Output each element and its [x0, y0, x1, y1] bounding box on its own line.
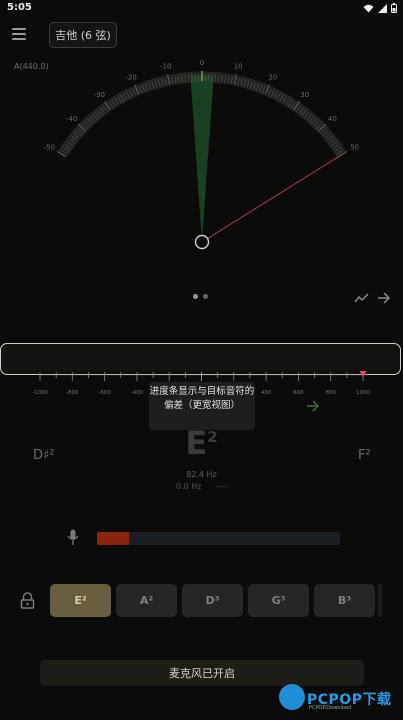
signal-icon [378, 3, 387, 13]
mic-level-fill [97, 532, 129, 545]
gauge-label: 40 [328, 115, 337, 123]
string-button-5[interactable]: B³ [314, 584, 375, 617]
chart-icon[interactable] [354, 292, 370, 304]
current-note-letter: E [185, 424, 208, 462]
gauge-label: 10 [234, 63, 243, 71]
in-tune-zone [190, 75, 214, 242]
status-time: 5:05 [7, 2, 32, 13]
needle-pivot [194, 234, 210, 250]
gauge-label: 0 [200, 59, 204, 67]
current-note: E2 [0, 424, 403, 462]
page-indicator [193, 294, 208, 299]
current-note-octave: 2 [207, 428, 218, 446]
page-dot-1[interactable] [193, 294, 198, 299]
scale-ticks [39, 372, 364, 381]
gauge-label: 30 [300, 91, 309, 99]
string-button-1[interactable]: E² [50, 584, 111, 617]
deviation-marker [359, 371, 367, 377]
detected-frequency: 0.0 Hz [176, 482, 202, 491]
scale-label: 800 [325, 390, 336, 396]
string-selector: E² A² D³ G³ B³ [50, 584, 375, 617]
gauge-label: 20 [268, 74, 277, 82]
scale-label: -400 [131, 390, 144, 396]
instrument-selector[interactable]: 吉他 (6 弦) [49, 22, 117, 48]
microphone-icon[interactable] [67, 529, 79, 546]
gauge-label: -20 [125, 74, 136, 82]
scale-label: -1000 [32, 390, 48, 396]
mic-status-banner: 麦克风已开启 [40, 660, 364, 686]
detected-cents: ---- [216, 482, 228, 491]
battery-icon [391, 3, 397, 13]
scale-label: 1000 [356, 390, 370, 396]
arrow-right-icon[interactable] [377, 292, 391, 304]
status-bar: 5:05 [0, 0, 403, 18]
string-button-3[interactable]: D³ [182, 584, 243, 617]
gauge-label: -30 [94, 91, 105, 99]
gauge-label: -50 [44, 144, 55, 152]
needle [207, 154, 343, 239]
next-note[interactable]: F² [358, 448, 371, 463]
system-icons [363, 3, 397, 13]
lock-icon[interactable] [20, 592, 35, 609]
scale-label: 600 [293, 390, 304, 396]
scale-label: 400 [261, 390, 272, 396]
wifi-icon [363, 4, 374, 12]
gauge-label: 50 [350, 144, 359, 152]
menu-icon[interactable] [12, 28, 26, 43]
gauge-label: -10 [160, 63, 171, 71]
string-button-2[interactable]: A² [116, 584, 177, 617]
page-dot-2[interactable] [203, 294, 208, 299]
string-button-4[interactable]: G³ [248, 584, 309, 617]
string-list-edge [378, 584, 382, 617]
mic-level-bar [97, 532, 340, 545]
scale-label: -800 [66, 390, 79, 396]
tuning-gauge: -50 -40 -30 -20 -10 0 10 20 30 40 50 [44, 59, 359, 250]
arrow-right-icon[interactable] [306, 400, 320, 412]
hint-tooltip: 进度条显示与目标音符的偏差（更宽视图） [149, 382, 255, 430]
watermark-subtext: PCPOP.Download [309, 705, 352, 711]
previous-note[interactable]: D♯² [33, 448, 55, 463]
watermark-logo [279, 684, 305, 710]
gauge-label: -40 [66, 115, 77, 123]
scale-label: -600 [98, 390, 111, 396]
target-frequency: 82.4 Hz [186, 470, 217, 479]
